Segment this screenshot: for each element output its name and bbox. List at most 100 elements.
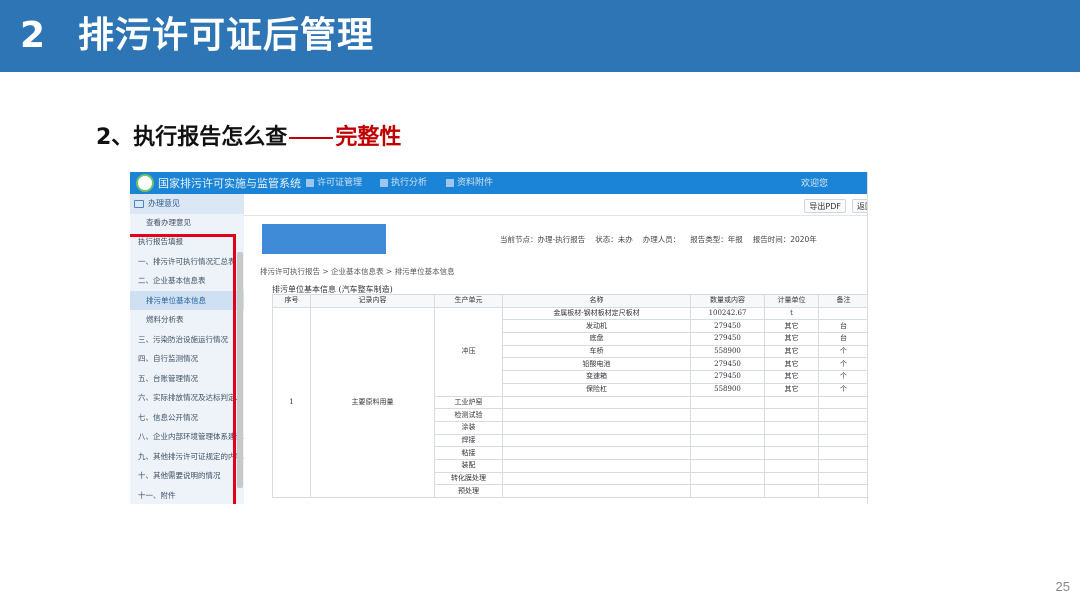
table-cell — [764, 433, 819, 448]
app-logo-icon — [136, 174, 154, 192]
record-cell: 主要原料用量 — [310, 306, 435, 499]
table-cell — [502, 484, 691, 498]
table-row: 1 主要原料用量 冲压 金属板材-钢材板材定尺板材 100242.67 t — [272, 306, 867, 499]
attachment-icon — [446, 178, 454, 187]
table-cell: 个 — [818, 357, 867, 372]
table-cell — [764, 395, 819, 410]
table-cell: 其它 — [764, 382, 819, 397]
seq-cell: 1 — [272, 306, 311, 499]
unit-cell: 转化膜处理 — [434, 471, 503, 486]
table-cell — [764, 446, 819, 460]
sidebar-item[interactable]: 查看办理意见 — [130, 214, 244, 232]
table-cell — [818, 446, 867, 460]
title-bar: 2 排污许可证后管理 — [0, 0, 1080, 72]
table-cell — [818, 306, 867, 321]
nav-user[interactable]: 欢迎您 — [801, 176, 828, 189]
nav-tab-attachments[interactable]: 资料附件 — [446, 175, 493, 188]
unit-cell: 涂装 — [434, 420, 503, 435]
table-header-cell: 数量或内容 — [690, 294, 765, 308]
unit-cell: 粘接 — [434, 446, 503, 460]
table-cell — [818, 471, 867, 486]
info-table: 序号 记录内容 生产单元 名称 数量或内容 计量单位 备注 1 主要原料用量 冲压 金属板材-钢材… — [272, 294, 867, 499]
subtitle: 2、执行报告怎么查 完整性 — [96, 122, 401, 154]
table-cell — [502, 408, 691, 422]
table-cell: 变速箱 — [502, 370, 691, 384]
table-cell: 铅酸电池 — [502, 357, 691, 372]
page-number: 25 — [1055, 579, 1070, 594]
app-topnav: 国家排污许可实施与监管系统 许可证管理 执行分析 资料附件 欢迎您 — [130, 172, 867, 194]
table-cell: 车桥 — [502, 344, 691, 359]
table-cell: 保险杠 — [502, 382, 691, 397]
app-content: 导出PDF 返回 当前节点：办理-执行报告状态：未办办理人员： 报告类型：年报报告… — [244, 194, 867, 504]
table-cell: 其它 — [764, 357, 819, 372]
slide: 2 排污许可证后管理 2、执行报告怎么查 完整性 国家排污许可实施与监管系统 许可… — [0, 0, 1080, 608]
table-cell: 个 — [818, 382, 867, 397]
redacted-block — [262, 224, 386, 254]
status-line: 当前节点：办理-执行报告 状态：未办 办理人员： 报告类型：年报 报告时间：2020年 — [500, 234, 827, 245]
table-cell — [818, 458, 867, 473]
report-period: 报告时间：2020年 — [752, 235, 817, 244]
table-cell: 个 — [818, 370, 867, 384]
table-header-cell: 名称 — [502, 294, 691, 308]
nav-tab-analysis[interactable]: 执行分析 — [380, 175, 427, 188]
table-cell: 个 — [818, 344, 867, 359]
table-cell — [690, 471, 765, 486]
table-cell: 底盘 — [502, 332, 691, 346]
section-number: 2 — [20, 15, 46, 56]
unit-cell: 检测试验 — [434, 408, 503, 422]
content-toolbar: 导出PDF 返回 — [244, 194, 867, 216]
table-cell — [690, 408, 765, 422]
table-header-cell: 计量单位 — [764, 294, 819, 308]
table-cell — [818, 484, 867, 498]
table-header-cell: 序号 — [272, 294, 311, 308]
section-title: 排污许可证后管理 — [78, 15, 375, 56]
sidebar-scrollbar[interactable] — [237, 252, 243, 488]
table-cell: 279450 — [690, 370, 765, 384]
table-cell — [764, 484, 819, 498]
breadcrumb: 排污许可执行报告 > 企业基本信息表 > 排污单位基本信息 — [260, 267, 455, 276]
table-cell — [502, 471, 691, 486]
analysis-icon — [380, 178, 388, 187]
table-cell: 金属板材-钢材板材定尺板材 — [502, 306, 691, 321]
table-cell — [502, 433, 691, 448]
table-cell: t — [764, 306, 819, 321]
table-cell: 发动机 — [502, 319, 691, 334]
table-cell — [690, 446, 765, 460]
embedded-screenshot: 国家排污许可实施与监管系统 许可证管理 执行分析 资料附件 欢迎您 办理意见 查… — [130, 172, 868, 504]
table-cell: 558900 — [690, 382, 765, 397]
table-cell: 台 — [818, 319, 867, 334]
unit-cell: 焊接 — [434, 433, 503, 448]
table-cell — [818, 420, 867, 435]
table-cell — [690, 395, 765, 410]
table-cell — [764, 458, 819, 473]
back-button[interactable]: 返回 — [852, 199, 867, 213]
table-header-cell: 生产单元 — [434, 294, 503, 308]
report-type: 报告类型：年报 — [690, 235, 743, 244]
unit-cell: 预处理 — [434, 484, 503, 498]
table-cell — [690, 484, 765, 498]
table-cell — [764, 408, 819, 422]
table-cell: 279450 — [690, 357, 765, 372]
table-cell: 其它 — [764, 319, 819, 334]
table-cell: 100242.67 — [690, 306, 765, 321]
sidebar-header[interactable]: 办理意见 — [130, 194, 244, 214]
license-icon — [306, 178, 314, 187]
unit-cell: 冲压 — [434, 306, 503, 397]
table-cell — [764, 420, 819, 435]
table-cell — [818, 395, 867, 410]
table-cell: 其它 — [764, 370, 819, 384]
table-cell — [690, 458, 765, 473]
export-pdf-button[interactable]: 导出PDF — [804, 199, 846, 213]
table-cell: 558900 — [690, 344, 765, 359]
state: 状态：未办 — [595, 235, 633, 244]
table-cell — [502, 446, 691, 460]
nav-tab-license[interactable]: 许可证管理 — [306, 175, 362, 188]
subtitle-dash — [289, 137, 334, 139]
folder-icon — [134, 200, 144, 208]
highlight-box — [130, 234, 236, 504]
unit-cell: 装配 — [434, 458, 503, 473]
table-cell — [818, 433, 867, 448]
table-cell — [764, 471, 819, 486]
table-cell — [690, 420, 765, 435]
table-cell: 其它 — [764, 332, 819, 346]
